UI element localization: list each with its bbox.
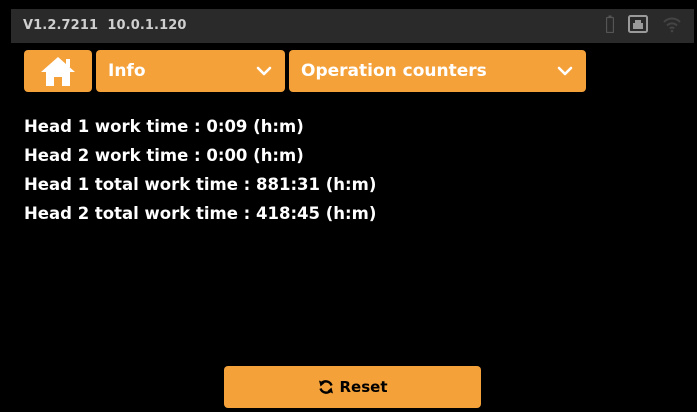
counter-line: Head 1 work time : 0:09 (h:m) (24, 117, 304, 136)
counter-line: Head 1 total work time : 881:31 (h:m) (24, 175, 377, 194)
reset-button[interactable]: Reset (224, 366, 481, 408)
submenu-dropdown-label: Operation counters (301, 61, 487, 81)
counter-line: Head 2 total work time : 418:45 (h:m) (24, 204, 377, 223)
network-icon (628, 15, 648, 37)
battery-icon (605, 15, 615, 37)
home-icon (41, 57, 75, 86)
menu-dropdown-label: Info (108, 61, 146, 81)
home-button[interactable] (24, 50, 92, 92)
chevron-down-icon (256, 66, 272, 76)
version-label: V1.2.7211 (23, 18, 99, 33)
submenu-dropdown[interactable]: Operation counters (289, 50, 586, 92)
status-icons (605, 15, 682, 37)
version-info: V1.2.7211 10.0.1.120 (23, 9, 187, 43)
chevron-down-icon (557, 66, 573, 76)
menu-dropdown[interactable]: Info (96, 50, 285, 92)
ip-address: 10.0.1.120 (107, 18, 187, 33)
counters-panel: Head 1 work time : 0:09 (h:m) Head 2 wor… (24, 112, 664, 228)
wifi-icon (662, 15, 682, 37)
reset-button-label: Reset (339, 378, 388, 396)
refresh-icon (318, 380, 333, 394)
status-bar: V1.2.7211 10.0.1.120 (11, 9, 694, 43)
counter-line: Head 2 work time : 0:00 (h:m) (24, 146, 304, 165)
